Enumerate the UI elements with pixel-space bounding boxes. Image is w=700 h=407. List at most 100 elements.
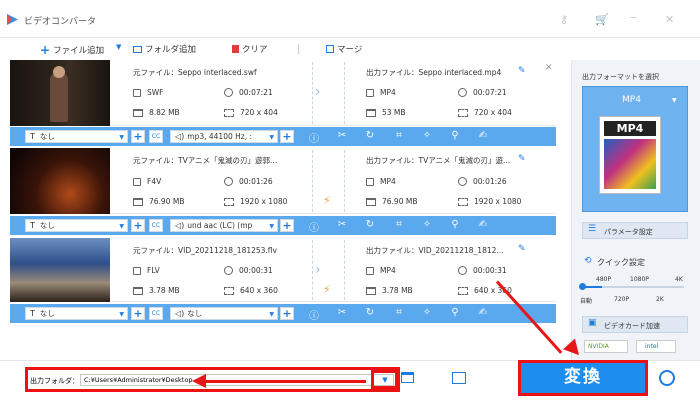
src-duration: 00:07:21 [224,88,273,97]
file-action-bar: T なし ▼ + CC ◁) und aac (LC) (mp ▼ + ⓘ ✂ ↻ ⌗ … [10,216,556,235]
add-audio-button[interactable]: + [280,307,294,320]
edit-name-icon[interactable]: ✎ [518,244,526,254]
video-thumbnail[interactable] [10,238,110,302]
src-size: 76.90 MB [133,197,184,206]
cart-icon[interactable]: 🛒 [595,13,609,26]
rotate-icon[interactable]: ↻ [363,307,377,318]
source-filename: 元ファイル：Seppo interlaced.swf [133,68,257,77]
nvidia-badge: NVIDIA [584,340,628,353]
src-resolution: 720 x 404 [224,108,278,117]
gpu-accel-bolt-icon: ⚡ [323,283,331,296]
watermark-icon[interactable]: ⚲ [448,307,462,318]
src-resolution: 640 x 360 [224,286,278,295]
add-file-dropdown[interactable]: ▼ [116,43,121,51]
open-output-folder-icon[interactable] [452,372,466,384]
row-divider [312,240,313,300]
cc-button[interactable]: CC [149,219,163,232]
out-format: MP4 [366,88,396,97]
clock-icon [224,88,233,97]
minimize-icon[interactable]: – [630,10,637,25]
quality-slider-handle[interactable] [579,283,586,290]
clock-icon [458,177,467,186]
cc-button[interactable]: CC [149,307,163,320]
caret-down-icon: ▼ [116,43,122,51]
thumbnail-head [53,66,65,78]
add-folder-button[interactable]: フォルダ追加 [133,43,196,55]
resolution-icon [224,197,234,206]
cut-icon[interactable]: ✂ [335,130,349,141]
add-file-button[interactable]: + ファイル追加 [40,43,104,57]
video-thumbnail[interactable] [10,148,110,214]
mp4-format-icon: MP4 [599,116,661,194]
info-icon[interactable]: ⓘ [307,130,321,145]
file-action-bar: T なし ▼ + CC ◁) なし ▼ + ⓘ ✂ ↻ ⌗ ✧ ⚲ ✍ [10,304,556,323]
gpu-accel-bolt-icon: ⚡ [323,194,331,207]
quality-1080p[interactable]: 1080P [630,276,649,283]
subtitle-select[interactable]: T なし ▼ [25,219,128,232]
audio-track-select[interactable]: ◁) mp3, 44100 Hz, : ▼ [170,130,278,143]
subtitle-select[interactable]: T なし ▼ [25,130,128,143]
clear-button[interactable]: クリア [232,43,268,55]
caret-down-icon: ▼ [269,223,274,230]
watermark-icon[interactable]: ⚲ [448,130,462,141]
audio-track-select[interactable]: ◁) und aac (LC) (mp ▼ [170,219,278,232]
src-format: FLV [133,266,160,275]
video-thumbnail[interactable] [10,60,110,126]
edit-name-icon[interactable]: ✎ [518,154,526,164]
caret-down-icon: ▼ [119,134,124,141]
folder-icon [133,286,143,295]
key-icon[interactable]: ⚷ [560,13,568,26]
quality-2k[interactable]: 2K [656,296,664,303]
src-size: 3.78 MB [133,286,180,295]
film-graphic [604,139,656,189]
out-duration: 00:00:31 [458,266,507,275]
params-button-label: パラメータ設定 [604,228,653,236]
cc-button[interactable]: CC [149,130,163,143]
effect-icon[interactable]: ✧ [420,219,434,230]
rotate-icon[interactable]: ↻ [363,219,377,230]
crop-icon[interactable]: ⌗ [392,219,406,230]
cut-icon[interactable]: ✂ [335,307,349,318]
dropdown-highlight [371,370,398,389]
edit-subtitle-icon[interactable]: ✍ [476,219,490,230]
rotate-icon[interactable]: ↻ [363,130,377,141]
effect-icon[interactable]: ✧ [420,307,434,318]
watermark-icon[interactable]: ⚲ [448,219,462,230]
edit-subtitle-icon[interactable]: ✍ [476,307,490,318]
quality-4k[interactable]: 4K [675,276,683,283]
alarm-clock-icon[interactable] [659,370,675,386]
quality-480p[interactable]: 480P [596,276,611,283]
remove-file-icon[interactable]: ✕ [545,63,553,73]
add-audio-button[interactable]: + [280,130,294,143]
speaker-icon: ◁) [175,132,185,141]
merge-button[interactable]: マージ [326,43,362,55]
quality-720p[interactable]: 720P [614,296,629,303]
info-icon[interactable]: ⓘ [307,307,321,322]
chevron-right-icon: › [315,84,321,100]
row-divider [312,62,313,124]
resolution-icon [224,108,234,117]
caret-down-icon: ▼ [672,97,677,104]
add-subtitle-button[interactable]: + [131,130,145,143]
add-audio-button[interactable]: + [280,219,294,232]
info-icon[interactable]: ⓘ [307,219,321,234]
out-resolution: 1920 x 1080 [458,197,521,206]
cut-icon[interactable]: ✂ [335,219,349,230]
edit-subtitle-icon[interactable]: ✍ [476,130,490,141]
audio-track-select[interactable]: ◁) なし ▼ [170,307,278,320]
effect-icon[interactable]: ✧ [420,130,434,141]
out-resolution: 720 x 404 [458,108,512,117]
clock-icon [458,88,467,97]
quality-auto[interactable]: 自動 [580,296,592,305]
crop-icon[interactable]: ⌗ [392,307,406,318]
add-subtitle-button[interactable]: + [131,219,145,232]
speaker-icon: ◁) [175,309,185,318]
close-icon[interactable]: ✕ [665,13,674,26]
clock-icon [224,177,233,186]
resolution-icon [458,108,468,117]
edit-name-icon[interactable]: ✎ [518,66,526,76]
browse-folder-icon[interactable] [401,372,414,383]
crop-icon[interactable]: ⌗ [392,130,406,141]
add-subtitle-button[interactable]: + [131,307,145,320]
subtitle-select[interactable]: T なし ▼ [25,307,128,320]
